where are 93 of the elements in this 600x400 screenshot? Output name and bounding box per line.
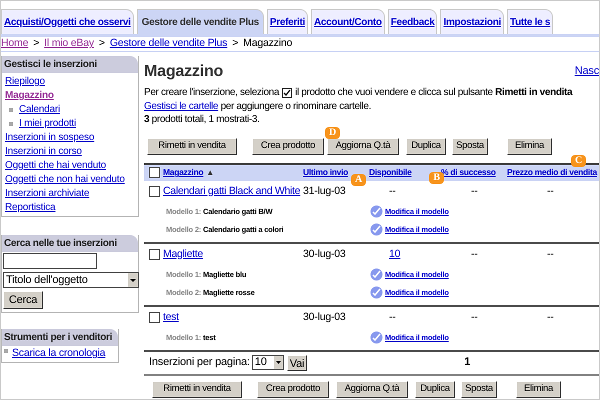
action-button[interactable]: Sposta	[452, 138, 488, 154]
sidebar-link[interactable]: Oggetti che hai venduto	[5, 159, 135, 172]
panel-header: Cerca nelle tue inserzioni	[2, 235, 138, 252]
edit-icon	[370, 268, 383, 281]
edit-icon	[370, 331, 383, 344]
column-header[interactable]: % di successo	[441, 167, 496, 178]
column-header[interactable]: Disponibile	[369, 167, 412, 178]
sidebar-link[interactable]: Inserzioni in corso	[5, 145, 135, 158]
success-cell: --	[471, 310, 478, 323]
date-cell-text: 31-lug-03	[303, 184, 347, 199]
sidebar-link[interactable]: Calendari	[19, 103, 60, 116]
tab[interactable]: Preferiti	[266, 9, 308, 34]
sidebar-link[interactable]: Inserzioni in sospeso	[5, 131, 135, 144]
action-button[interactable]: Duplica	[406, 138, 446, 154]
product-link[interactable]: test	[163, 310, 179, 326]
action-button[interactable]: Elimina	[507, 138, 552, 154]
breadcrumb-link[interactable]: Gestore delle vendite Plus	[110, 36, 228, 52]
sidebar-link[interactable]: Riepilogo	[5, 75, 135, 88]
sidebar-link[interactable]: I miei prodotti	[19, 117, 76, 130]
date-cell-text: 30-lug-03	[303, 246, 347, 262]
price-cell: --	[547, 248, 554, 260]
action-button[interactable]: Aggiorna Q.tà	[336, 380, 408, 398]
sidebar-link[interactable]: Reportistica	[5, 201, 135, 214]
checkbox[interactable]	[149, 186, 160, 197]
edit-icon	[370, 223, 383, 236]
action-button[interactable]: Duplica	[415, 380, 455, 398]
instruction-text: Per creare l'inserzione, seleziona	[144, 86, 280, 100]
action-button[interactable]: Rimetti in vendita	[152, 380, 242, 398]
breadcrumb-current: Magazzino	[243, 36, 292, 52]
folders-link[interactable]: Gestisci le cartelle	[144, 100, 218, 112]
callout-badge: D	[325, 126, 340, 138]
bullet-icon	[9, 122, 13, 126]
available-cell: --	[389, 310, 396, 323]
price-cell: --	[547, 310, 554, 323]
tab[interactable]: Feedback	[388, 9, 438, 34]
dropdown-icon	[128, 273, 138, 287]
callout-badge: A	[351, 174, 366, 186]
sidebar-link[interactable]: Scarica la cronologia	[12, 346, 106, 362]
action-button[interactable]: Aggiorna Q.tà	[327, 138, 399, 154]
price-cell: --	[547, 184, 554, 197]
breadcrumb-link[interactable]: Il mio eBay	[44, 36, 94, 52]
sidebar-link[interactable]: Inserzioni archiviate	[5, 187, 135, 200]
search-button[interactable]: Cerca	[3, 291, 43, 309]
tab[interactable]: Acquisti/Oggetti che osservi	[1, 9, 134, 34]
edit-icon	[370, 205, 383, 218]
field-select[interactable]: Titolo dell'oggetto	[3, 272, 139, 288]
go-button[interactable]: Vai	[286, 354, 308, 370]
breadcrumb-separator: >	[232, 36, 238, 52]
page-number: 1	[464, 355, 470, 370]
column-header[interactable]: Prezzo medio di vendita	[507, 167, 597, 178]
column-header[interactable]: Ultimo invio	[303, 167, 348, 178]
per-page-label: Inserzioni per pagina:	[149, 355, 250, 370]
tab[interactable]: Gestore delle vendite Plus	[136, 9, 264, 34]
search-field[interactable]	[3, 253, 97, 269]
available-cell[interactable]: 10	[389, 248, 400, 260]
action-button[interactable]: Crea prodotto	[257, 380, 329, 398]
checkbox[interactable]	[149, 167, 160, 178]
product-link[interactable]: Calendari gatti Black and White	[163, 184, 300, 200]
instruction-text: il prodotto che vuoi vendere e clicca sul pulsante Rimetti in vendita	[295, 86, 572, 100]
sidebar-link[interactable]: Magazzino	[5, 89, 135, 102]
callout-badge: C	[571, 155, 586, 168]
tab[interactable]: Tutte le s	[507, 9, 554, 34]
page-title: Magazzino	[144, 63, 224, 81]
action-button[interactable]: Crea prodotto	[252, 138, 324, 154]
checkbox[interactable]	[149, 312, 160, 323]
action-button[interactable]: Elimina	[516, 380, 561, 398]
breadcrumb-separator: >	[98, 36, 105, 52]
product-count: 3 prodotti totali, 1 mostrati-3.	[144, 113, 261, 126]
bullet-icon	[4, 349, 8, 353]
bullet-icon	[9, 108, 13, 112]
instruction-text: Gestisci le cartelle per aggiungere o rinominare cartelle.	[144, 100, 372, 113]
date-cell-text: 30-lug-03	[303, 310, 347, 325]
sidebar-link[interactable]: Oggetti che non hai venduto	[5, 173, 135, 186]
success-cell: --	[471, 248, 478, 260]
success-cell: --	[471, 184, 478, 197]
action-button[interactable]: Sposta	[461, 380, 497, 398]
column-header[interactable]: Magazzino	[163, 166, 204, 179]
edit-icon	[370, 286, 383, 299]
available-cell: --	[389, 184, 396, 197]
product-link[interactable]: Magliette	[163, 246, 203, 262]
tab[interactable]: Impostazioni	[440, 9, 504, 34]
panel-header: Gestisci le inserzioni	[2, 56, 138, 73]
action-button[interactable]: Rimetti in vendita	[147, 138, 237, 154]
sort-up-icon: ▲	[206, 166, 214, 178]
hide-link[interactable]: Nasc	[574, 63, 599, 80]
checkbox-icon	[282, 88, 292, 98]
checkbox[interactable]	[149, 249, 160, 260]
dropdown-icon	[274, 356, 283, 369]
per-page-select[interactable]: 10	[252, 355, 284, 370]
breadcrumb-separator: >	[33, 36, 40, 52]
tab[interactable]: Account/Conto	[310, 9, 385, 34]
breadcrumb-link[interactable]: Home	[1, 36, 28, 52]
panel-header: Strumenti per i venditori	[2, 329, 118, 346]
